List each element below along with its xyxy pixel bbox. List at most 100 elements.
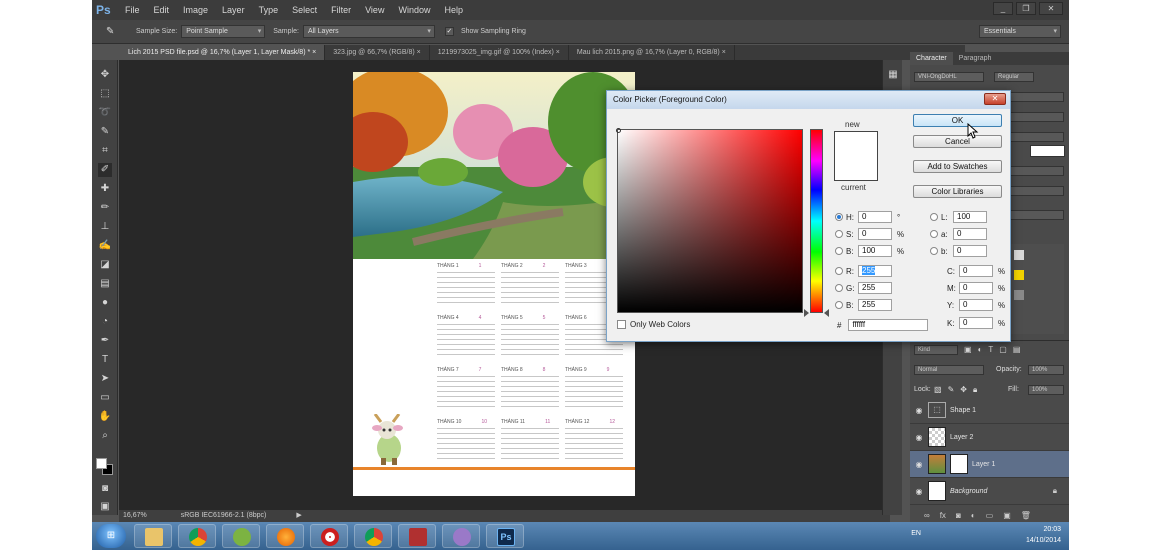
taskbar-app-paint[interactable] (442, 524, 480, 548)
menu-filter[interactable]: Filter (324, 0, 358, 20)
saturation-field[interactable]: 0 (858, 228, 892, 240)
taskbar-app-media[interactable] (398, 524, 436, 548)
blend-mode-select[interactable]: Normal (914, 365, 984, 375)
sample-size-select[interactable]: Point Sample (181, 25, 266, 38)
menu-layer[interactable]: Layer (215, 0, 252, 20)
red-field[interactable]: 255 (858, 265, 892, 277)
lab-b-field[interactable]: 0 (953, 245, 987, 257)
menu-edit[interactable]: Edit (147, 0, 177, 20)
document-canvas[interactable]: THÁNG 11 THÁNG 22 THÁNG 33 THÁNG 44 THÁN… (353, 72, 635, 496)
menu-select[interactable]: Select (285, 0, 324, 20)
font-style-select[interactable]: Regular (994, 72, 1034, 82)
trash-icon[interactable]: 🗑︎ (1021, 511, 1031, 520)
minimize-button[interactable]: _ (993, 2, 1013, 15)
quick-select-tool-icon[interactable]: ✎ (98, 125, 112, 139)
filter-shape-icon[interactable]: ▢ (999, 345, 1007, 354)
yellow-field[interactable]: 0 (959, 299, 993, 311)
healing-tool-icon[interactable]: ✚ (98, 182, 112, 196)
text-color-swatch[interactable] (1030, 145, 1065, 157)
blue-radio[interactable] (835, 301, 843, 309)
hue-left-arrow-icon[interactable] (804, 309, 809, 317)
dodge-tool-icon[interactable]: ◔ (98, 315, 112, 329)
hand-tool-icon[interactable]: ✋ (98, 410, 112, 424)
close-icon[interactable]: × (722, 49, 726, 56)
brightness-field[interactable]: 100 (858, 245, 892, 257)
cyan-field[interactable]: 0 (959, 265, 993, 277)
red-radio[interactable] (835, 267, 843, 275)
black-field[interactable]: 0 (959, 317, 993, 329)
visibility-eye-icon[interactable]: ◉ (910, 433, 928, 442)
move-tool-icon[interactable]: ✥ (98, 68, 112, 82)
lab-a-radio[interactable] (930, 230, 938, 238)
zoom-tool-icon[interactable]: ⌕ (98, 429, 112, 443)
menu-view[interactable]: View (358, 0, 391, 20)
hue-slider[interactable] (810, 129, 823, 313)
layer-row-shape-1[interactable]: ◉ ⬚ Shape 1 (910, 397, 1069, 424)
new-layer-icon[interactable]: ▣ (1003, 511, 1011, 520)
link-icon[interactable]: ∞ (924, 511, 930, 520)
taskbar-app-chrome-2[interactable] (354, 524, 392, 548)
gradient-tool-icon[interactable]: ▤ (98, 277, 112, 291)
ok-button[interactable]: OK (913, 114, 1002, 127)
dialog-close-button[interactable]: ✕ (984, 93, 1006, 105)
marquee-tool-icon[interactable]: ⬚ (98, 87, 112, 101)
color-libraries-button[interactable]: Color Libraries (913, 185, 1002, 198)
only-web-colors-option[interactable]: Only Web Colors (617, 320, 690, 329)
color-cursor[interactable] (616, 128, 621, 133)
close-icon[interactable]: × (556, 49, 560, 56)
saturation-radio[interactable] (835, 230, 843, 238)
swatch-dark-gray[interactable] (1014, 290, 1024, 300)
lock-move-icon[interactable]: ✥ (960, 385, 967, 395)
tab-lich-2015-psd[interactable]: Lich 2015 PSD file.psd @ 16,7% (Layer 1,… (120, 45, 326, 60)
swatch-yellow[interactable] (1014, 270, 1024, 280)
path-select-icon[interactable]: ➤ (98, 372, 112, 386)
adjustment-icon[interactable]: ◐ (971, 511, 976, 520)
layer-kind-filter[interactable]: Kind (914, 345, 958, 355)
tab-323-jpg[interactable]: 323.jpg @ 66,7% (RGB/8) × (325, 45, 430, 60)
lock-all-icon[interactable]: 🔒︎ (973, 385, 977, 395)
fill-field[interactable]: 100% (1028, 385, 1064, 395)
eraser-tool-icon[interactable]: ◪ (98, 258, 112, 272)
lasso-tool-icon[interactable]: ➰ (98, 106, 112, 120)
font-family-select[interactable]: VNI-OngDoHL (914, 72, 984, 82)
cancel-button[interactable]: Cancel (913, 135, 1002, 148)
zoom-level[interactable]: 16,67% (123, 510, 147, 522)
folder-icon[interactable]: ▭ (986, 511, 994, 520)
hex-field[interactable]: ffffff (848, 319, 929, 331)
visibility-eye-icon[interactable]: ◉ (910, 460, 928, 469)
sample-select[interactable]: All Layers (302, 25, 435, 38)
menu-help[interactable]: Help (437, 0, 470, 20)
filter-adjustment-icon[interactable]: ◐ (978, 345, 983, 354)
brush-tool-icon[interactable]: ✏ (98, 201, 112, 215)
taskbar-app-chrome[interactable] (178, 524, 216, 548)
shape-tool-icon[interactable]: ▭ (98, 391, 112, 405)
lab-b-radio[interactable] (930, 247, 938, 255)
green-field[interactable]: 255 (858, 282, 892, 294)
history-brush-icon[interactable]: ✍ (98, 239, 112, 253)
opacity-field[interactable]: 100% (1028, 365, 1064, 375)
language-indicator[interactable]: EN (911, 530, 921, 537)
screen-mode-icon[interactable]: ▣ (98, 500, 112, 514)
green-radio[interactable] (835, 284, 843, 292)
history-panel-icon[interactable]: ▦ (886, 68, 900, 82)
close-icon[interactable]: × (312, 49, 316, 56)
visibility-eye-icon[interactable]: ◉ (910, 487, 928, 496)
blur-tool-icon[interactable]: ● (98, 296, 112, 310)
lock-transparent-icon[interactable]: ▧ (934, 385, 942, 395)
lab-l-field[interactable]: 100 (953, 211, 987, 223)
brightness-radio[interactable] (835, 247, 843, 255)
pen-tool-icon[interactable]: ✒ (98, 334, 112, 348)
add-to-swatches-button[interactable]: Add to Swatches (913, 160, 1002, 173)
filter-pixel-icon[interactable]: ▣ (964, 345, 972, 354)
show-ring-checkbox[interactable]: ✓ (444, 27, 454, 36)
layer-row-layer-1[interactable]: ◉ Layer 1 (910, 451, 1069, 478)
taskbar-app-firefox[interactable] (266, 524, 304, 548)
layer-row-background[interactable]: ◉ Background 🔒︎ (910, 478, 1069, 505)
taskbar-app-coccoc[interactable] (222, 524, 260, 548)
crop-tool-icon[interactable]: ⌗ (98, 144, 112, 158)
eyedropper-icon[interactable]: ✎ (106, 26, 126, 37)
lab-l-radio[interactable] (930, 213, 938, 221)
filter-smart-icon[interactable]: ▤ (1013, 345, 1021, 354)
visibility-eye-icon[interactable]: ◉ (910, 406, 928, 415)
mask-icon[interactable]: ◙ (956, 511, 961, 520)
